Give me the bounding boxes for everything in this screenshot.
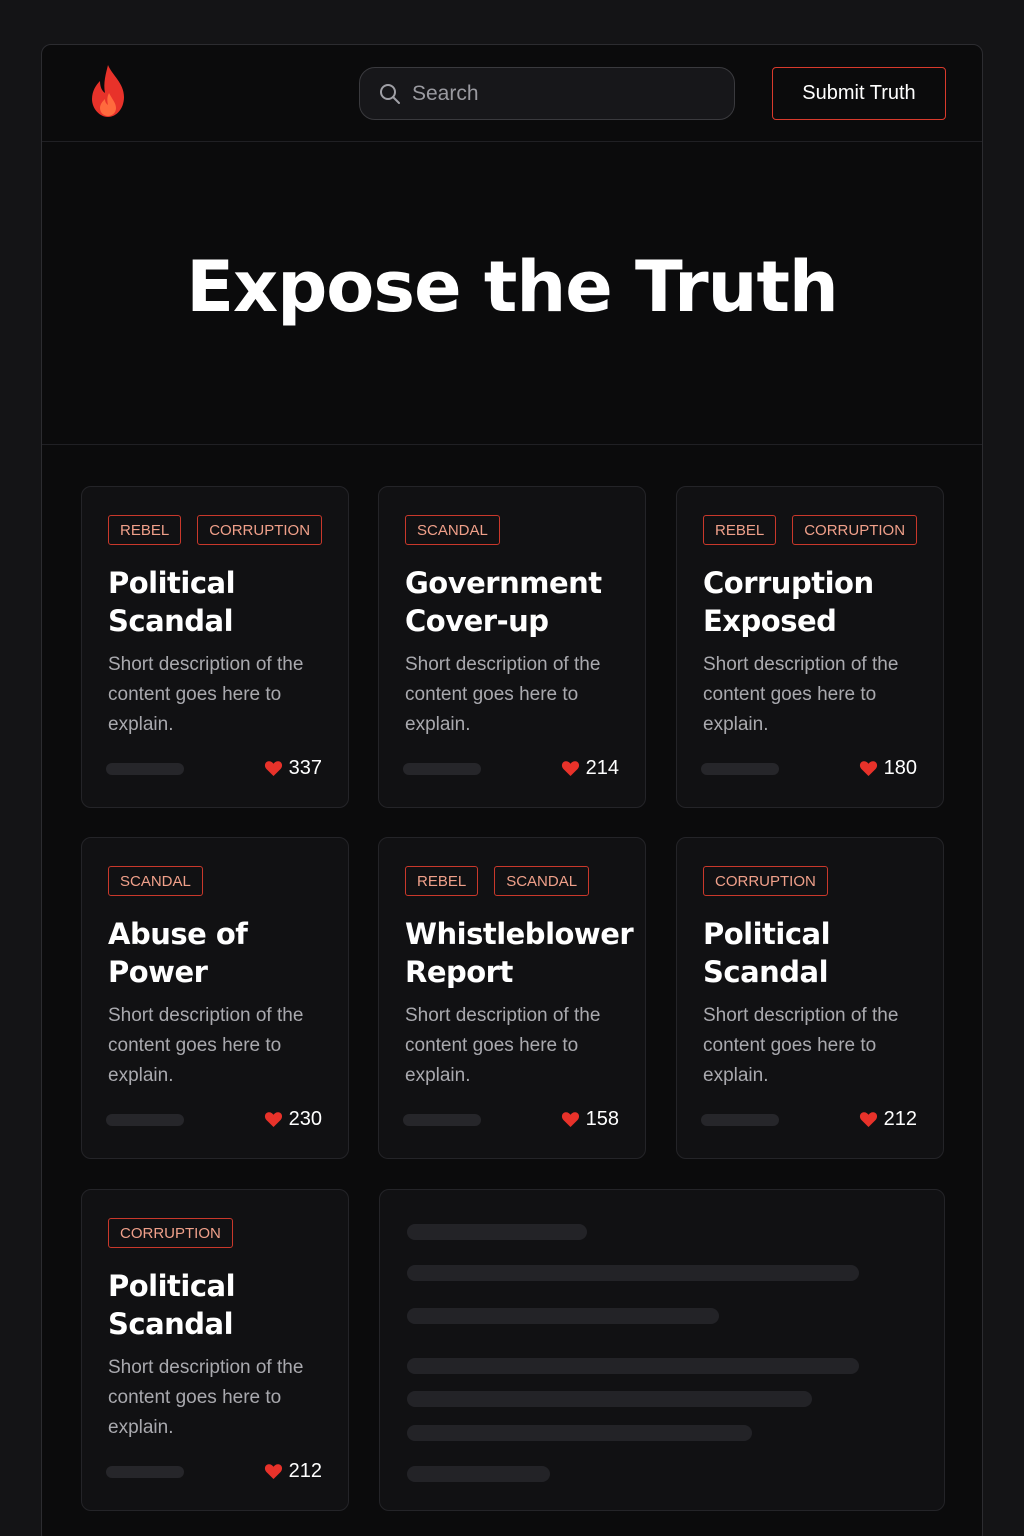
meta-placeholder <box>106 1114 184 1126</box>
like-button[interactable]: 230 <box>264 1108 322 1131</box>
search-bar[interactable] <box>359 67 735 120</box>
card-title[interactable]: Political Scandal <box>108 564 348 640</box>
card-footer: 180 <box>701 757 917 783</box>
card-description: Short description of the content goes he… <box>405 654 601 735</box>
story-card[interactable]: REBEL CORRUPTION Political Scandal Short… <box>81 486 349 808</box>
card-description: Short description of the content goes he… <box>108 1005 304 1086</box>
card-footer: 158 <box>403 1108 619 1134</box>
like-button[interactable]: 158 <box>561 1108 619 1131</box>
card-footer: 214 <box>403 757 619 783</box>
heart-icon <box>859 1112 877 1128</box>
tag-badge[interactable]: SCANDAL <box>405 515 500 545</box>
like-count: 230 <box>288 1108 322 1130</box>
tag-badge[interactable]: CORRUPTION <box>108 1218 233 1248</box>
story-card[interactable]: SCANDAL Abuse of Power Short description… <box>81 837 349 1159</box>
like-count: 214 <box>585 757 619 779</box>
flame-icon[interactable] <box>86 63 130 119</box>
tag-list: REBEL CORRUPTION <box>703 515 918 545</box>
heart-icon <box>264 1464 282 1480</box>
heart-icon <box>859 761 877 777</box>
meta-placeholder <box>106 1466 184 1478</box>
skeleton-line <box>407 1358 859 1374</box>
skeleton-line <box>407 1466 550 1482</box>
card-footer: 230 <box>106 1108 322 1134</box>
tag-list: CORRUPTION <box>108 1218 233 1248</box>
meta-placeholder <box>701 763 779 775</box>
hero-title: Expose the Truth <box>186 245 839 328</box>
hero-section: Expose the Truth <box>42 143 982 445</box>
like-button[interactable]: 180 <box>859 757 917 780</box>
card-title[interactable]: Abuse of Power <box>108 915 348 991</box>
story-card[interactable]: SCANDAL Government Cover-up Short descri… <box>378 486 646 808</box>
tag-badge[interactable]: REBEL <box>108 515 182 545</box>
meta-placeholder <box>106 763 184 775</box>
card-description: Short description of the content goes he… <box>405 1005 601 1086</box>
card-footer: 212 <box>106 1460 322 1486</box>
card-footer: 337 <box>106 757 322 783</box>
search-icon <box>380 83 400 104</box>
search-input[interactable] <box>412 81 712 106</box>
skeleton-line <box>407 1391 812 1407</box>
tag-badge[interactable]: SCANDAL <box>494 866 590 896</box>
card-description: Short description of the content goes he… <box>108 654 304 735</box>
heart-icon <box>264 1112 282 1128</box>
card-title[interactable]: Whistleblower Report <box>405 915 645 991</box>
heart-icon <box>561 761 579 777</box>
story-card[interactable]: REBEL SCANDAL Whistleblower Report Short… <box>378 837 646 1159</box>
meta-placeholder <box>701 1114 779 1126</box>
tag-list: REBEL SCANDAL <box>405 866 590 896</box>
tag-list: SCANDAL <box>108 866 203 896</box>
like-button[interactable]: 212 <box>264 1460 322 1483</box>
skeleton-line <box>407 1224 587 1240</box>
tag-badge[interactable]: SCANDAL <box>108 866 203 896</box>
like-button[interactable]: 214 <box>561 757 619 780</box>
story-card[interactable]: REBEL CORRUPTION Corruption Exposed Shor… <box>676 486 944 808</box>
like-count: 212 <box>288 1460 322 1482</box>
like-count: 158 <box>585 1108 619 1130</box>
top-header: Submit Truth <box>42 45 982 142</box>
app-frame: Submit Truth Expose the Truth REBEL CORR… <box>41 44 983 1536</box>
card-description: Short description of the content goes he… <box>108 1357 304 1438</box>
tag-badge[interactable]: CORRUPTION <box>197 515 323 545</box>
card-description: Short description of the content goes he… <box>703 654 899 735</box>
card-title[interactable]: Political Scandal <box>108 1267 348 1343</box>
like-count: 212 <box>883 1108 917 1130</box>
tag-badge[interactable]: CORRUPTION <box>703 866 828 896</box>
tag-list: SCANDAL <box>405 515 500 545</box>
tag-badge[interactable]: REBEL <box>703 515 777 545</box>
skeleton-line <box>407 1265 859 1281</box>
heart-icon <box>264 761 282 777</box>
skeleton-line <box>407 1308 719 1324</box>
like-count: 337 <box>288 757 322 779</box>
skeleton-line <box>407 1425 752 1441</box>
card-title[interactable]: Corruption Exposed <box>703 564 943 640</box>
meta-placeholder <box>403 763 481 775</box>
tag-badge[interactable]: REBEL <box>405 866 479 896</box>
tag-badge[interactable]: CORRUPTION <box>792 515 918 545</box>
tag-list: REBEL CORRUPTION <box>108 515 323 545</box>
tag-list: CORRUPTION <box>703 866 828 896</box>
story-card[interactable]: CORRUPTION Political Scandal Short descr… <box>81 1189 349 1511</box>
heart-icon <box>561 1112 579 1128</box>
like-button[interactable]: 337 <box>264 757 322 780</box>
loading-skeleton-card <box>379 1189 945 1511</box>
story-card[interactable]: CORRUPTION Political Scandal Short descr… <box>676 837 944 1159</box>
card-footer: 212 <box>701 1108 917 1134</box>
card-title[interactable]: Government Cover-up <box>405 564 645 640</box>
card-description: Short description of the content goes he… <box>703 1005 899 1086</box>
like-count: 180 <box>883 757 917 779</box>
like-button[interactable]: 212 <box>859 1108 917 1131</box>
card-title[interactable]: Political Scandal <box>703 915 943 991</box>
submit-truth-button[interactable]: Submit Truth <box>772 67 946 120</box>
meta-placeholder <box>403 1114 481 1126</box>
